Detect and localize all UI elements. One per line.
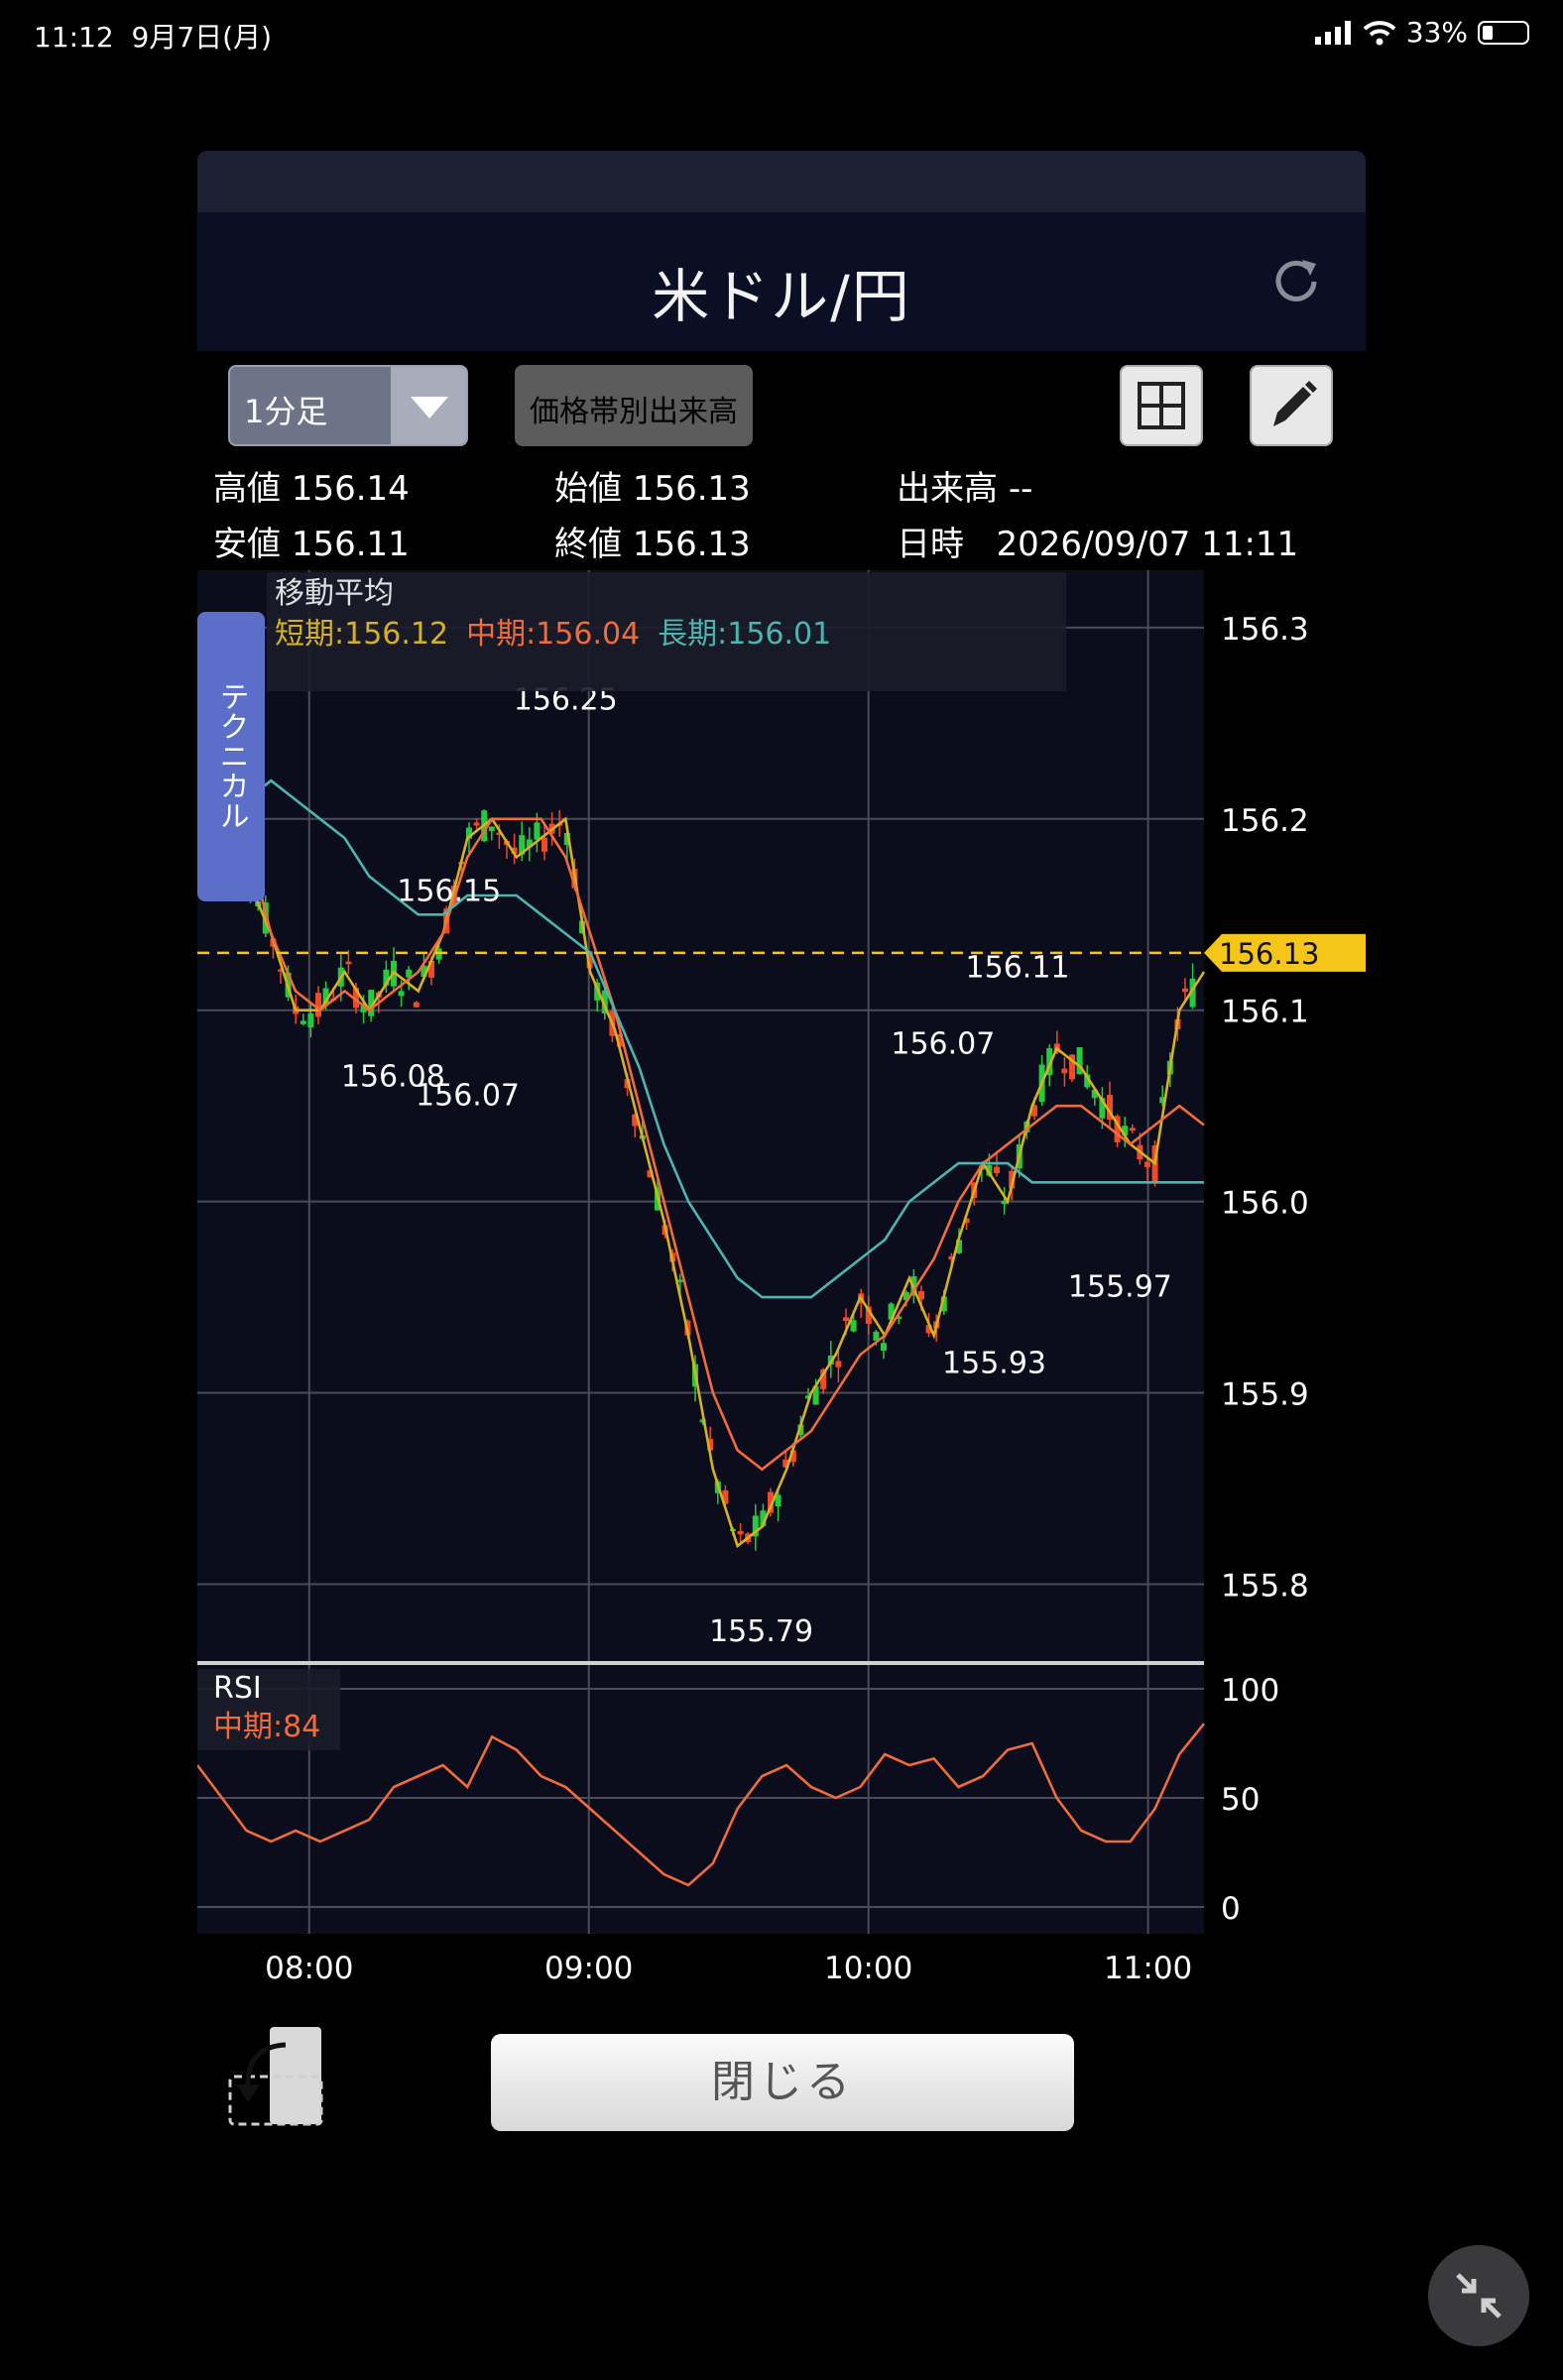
candle-body [835, 1361, 842, 1368]
rsi-y-tick-label: 50 [1221, 1782, 1260, 1818]
chart-header: 米ドル/円 [197, 212, 1366, 351]
y-tick-label: 156.0 [1221, 1186, 1309, 1222]
rsi-y-tick-label: 0 [1221, 1891, 1241, 1927]
candle-body [1144, 1161, 1150, 1167]
candle-body [315, 993, 321, 1017]
status-bar: 11:12 9月7日(月) 33% [34, 16, 1529, 56]
price-annotation: 155.97 [1068, 1270, 1172, 1305]
timeframe-select[interactable]: 1分足 [228, 365, 468, 446]
rsi-y-tick-label: 100 [1221, 1673, 1279, 1709]
candle-body [737, 1531, 744, 1535]
y-tick-label: 156.2 [1221, 803, 1309, 839]
legend-long: 長期:156.01 [658, 617, 831, 652]
candle-body [843, 1317, 849, 1322]
volume-profile-label: 価格帯別出来高 [530, 395, 738, 429]
signal-icon [1314, 20, 1351, 45]
price-annotation: 155.79 [709, 1614, 813, 1649]
candle-body [541, 837, 547, 852]
rsi-legend-title: RSI [213, 1671, 262, 1706]
status-date: 9月7日(月) [131, 21, 272, 54]
candle-body [994, 1166, 1000, 1174]
wifi-icon [1363, 20, 1396, 45]
candle-body [473, 822, 480, 826]
x-tick-label: 08:00 [265, 1951, 353, 1986]
battery-icon [1478, 20, 1529, 45]
y-tick-label: 155.8 [1221, 1568, 1309, 1604]
candle-body [534, 822, 541, 840]
candle-body [1182, 988, 1188, 993]
grid-icon [1138, 382, 1185, 429]
chevron-down-icon [391, 367, 466, 444]
open-info: 始値 156.13 [554, 469, 751, 509]
timeframe-label: 1分足 [244, 393, 328, 430]
candle-body [488, 826, 495, 832]
candle-body [1129, 1128, 1136, 1131]
rsi-legend-mid: 中期:84 [213, 1710, 320, 1744]
currency-pair-title: 米ドル/円 [652, 263, 911, 330]
candle-body [300, 1020, 306, 1024]
volume-info: 出来高 -- [897, 469, 1033, 509]
volume-profile-button[interactable]: 価格帯別出来高 [515, 365, 753, 446]
legend-title: 移動平均 [275, 576, 394, 611]
candle-body [345, 961, 352, 965]
clock: 11:12 [34, 21, 114, 54]
battery-percent: 33% [1405, 16, 1468, 49]
y-tick-label: 156.3 [1221, 612, 1309, 648]
header-strip [197, 151, 1366, 212]
price-chart[interactable]: 156.25156.15156.08156.07155.79156.07156.… [197, 570, 1366, 1998]
x-tick-label: 09:00 [544, 1951, 633, 1986]
candle-body [881, 1343, 887, 1351]
price-annotation: 156.07 [891, 1027, 995, 1062]
price-annotation: 156.11 [966, 950, 1070, 985]
technical-tab-label: テクニカル [214, 681, 249, 830]
rotate-icon[interactable] [226, 2023, 331, 2128]
datetime-info: 日時 2026/09/07 11:11 [897, 525, 1299, 564]
price-annotation: 155.93 [942, 1347, 1046, 1381]
status-time: 11:12 9月7日(月) [34, 16, 272, 56]
close-button[interactable]: 閉じる [491, 2034, 1074, 2131]
layout-grid-button[interactable] [1120, 365, 1203, 446]
high-info: 高値 156.14 [213, 469, 410, 509]
x-tick-label: 10:00 [824, 1951, 912, 1986]
refresh-icon[interactable] [1266, 252, 1326, 311]
status-right: 33% [1314, 16, 1529, 49]
low-info: 安値 156.11 [213, 525, 410, 564]
candle-body [1061, 1068, 1068, 1074]
legend-values: 短期:156.12 中期:156.04 長期:156.01 [275, 617, 831, 652]
legend-short: 短期:156.12 [275, 617, 448, 652]
candle-body [850, 1320, 857, 1332]
current-price-label: 156.13 [1219, 937, 1319, 971]
pencil-icon [1273, 381, 1317, 426]
candle-body [413, 1002, 420, 1008]
y-tick-label: 156.1 [1221, 995, 1309, 1030]
candle-body [307, 1013, 314, 1028]
price-annotation: 156.15 [397, 874, 501, 908]
price-annotation: 156.07 [416, 1079, 520, 1114]
close-info: 終値 156.13 [554, 525, 751, 564]
y-tick-label: 155.9 [1221, 1377, 1309, 1413]
legend-mid: 中期:156.04 [466, 617, 640, 652]
draw-button[interactable] [1250, 365, 1333, 446]
x-tick-label: 11:00 [1104, 1951, 1192, 1986]
shrink-icon[interactable] [1428, 2245, 1529, 2346]
candle-body [398, 991, 405, 997]
